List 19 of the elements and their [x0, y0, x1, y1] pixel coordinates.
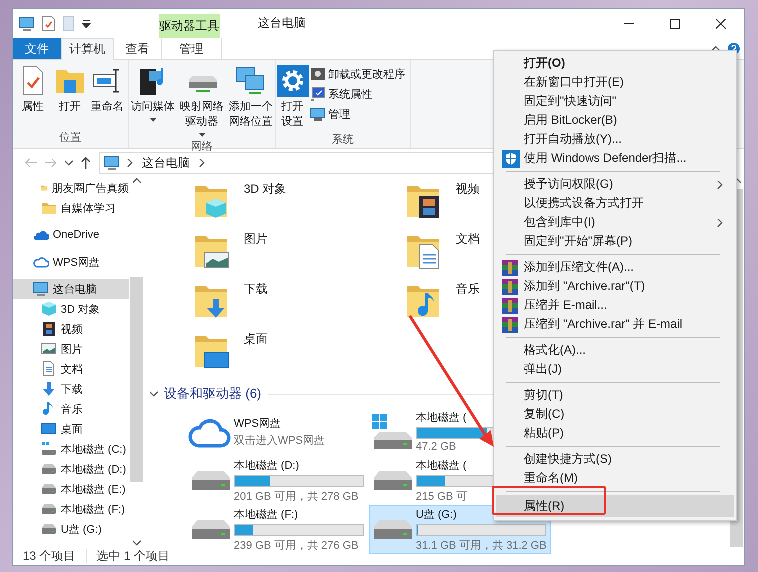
free-space-text: 201 GB 可用，共 278 GB	[234, 490, 359, 504]
item-count: 13 个项目	[23, 548, 76, 564]
drive-name: 本地磁盘 (D:)	[234, 458, 300, 472]
drive-subtitle: 双击进入WPS网盘	[234, 434, 326, 448]
free-space-text: 31.1 GB 可用，共 31.2 GB	[416, 538, 547, 552]
selection-count: 选中 1 个项目	[96, 548, 170, 564]
free-space-text: 215 GB 可	[416, 490, 468, 504]
tool-group-label: 驱动器工具	[159, 14, 220, 38]
drive-name: 本地磁盘 (	[416, 411, 467, 425]
free-space-text: 239 GB 可用，共 276 GB	[234, 538, 359, 552]
group-label: 系统	[331, 132, 355, 148]
drive-name: 本地磁盘 (F:)	[234, 508, 298, 522]
window-title: 这台电脑	[258, 15, 307, 32]
drive-name: 本地磁盘 (	[416, 458, 467, 472]
group-label: 位置	[58, 131, 82, 146]
free-space-text: 47.2 GB	[416, 441, 456, 453]
drive-name: WPS网盘	[234, 416, 282, 430]
group-label: 网络	[190, 140, 214, 154]
drive-name: U盘 (G:)	[416, 508, 457, 522]
